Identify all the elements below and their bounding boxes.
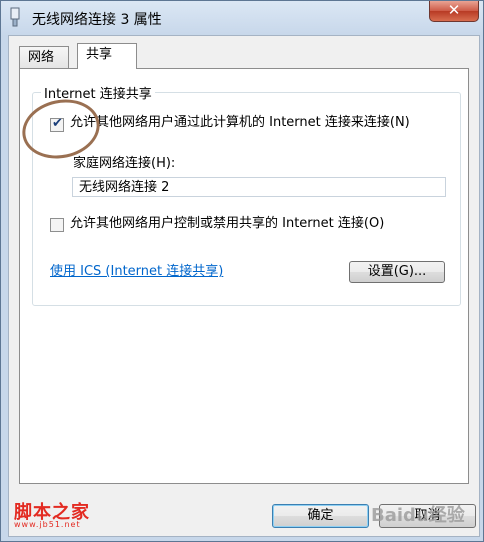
home-network-field[interactable]: 无线网络连接 2 [72, 177, 446, 197]
allow-sharing-label[interactable]: 允许其他网络用户通过此计算机的 Internet 连接来连接(N) [70, 115, 450, 130]
tab-sharing[interactable]: 共享 [77, 43, 137, 69]
allow-control-checkbox[interactable] [50, 218, 64, 232]
close-icon: ✕ [447, 1, 461, 19]
watermark-baidu: Baidu经验 [371, 505, 465, 526]
home-network-label: 家庭网络连接(H): [73, 156, 176, 171]
watermark-url: www.jb51.net [14, 520, 81, 529]
tab-network[interactable]: 网络 [19, 46, 69, 69]
ok-button[interactable]: 确定 [272, 504, 369, 528]
allow-control-label[interactable]: 允许其他网络用户控制或禁用共享的 Internet 连接(O) [70, 216, 450, 231]
ics-help-link[interactable]: 使用 ICS (Internet 连接共享) [50, 260, 223, 279]
settings-button[interactable]: 设置(G)... [349, 261, 445, 283]
checkmark-icon: ✔ [52, 116, 63, 131]
close-button[interactable]: ✕ [429, 1, 479, 22]
title-bar[interactable]: 无线网络连接 3 属性 ✕ [1, 1, 484, 35]
properties-dialog: 无线网络连接 3 属性 ✕ 网络 共享 Internet 连接共享 ✔ 允许其他… [0, 0, 484, 542]
tab-label: 网络 [28, 50, 55, 65]
window-title: 无线网络连接 3 属性 [32, 12, 162, 28]
tab-label: 共享 [86, 47, 113, 62]
group-legend: Internet 连接共享 [41, 83, 155, 102]
allow-sharing-checkbox[interactable]: ✔ [50, 116, 64, 132]
dialog-body: 网络 共享 Internet 连接共享 ✔ 允许其他网络用户通过此计算机的 In… [8, 35, 480, 537]
network-adapter-icon [10, 7, 20, 27]
